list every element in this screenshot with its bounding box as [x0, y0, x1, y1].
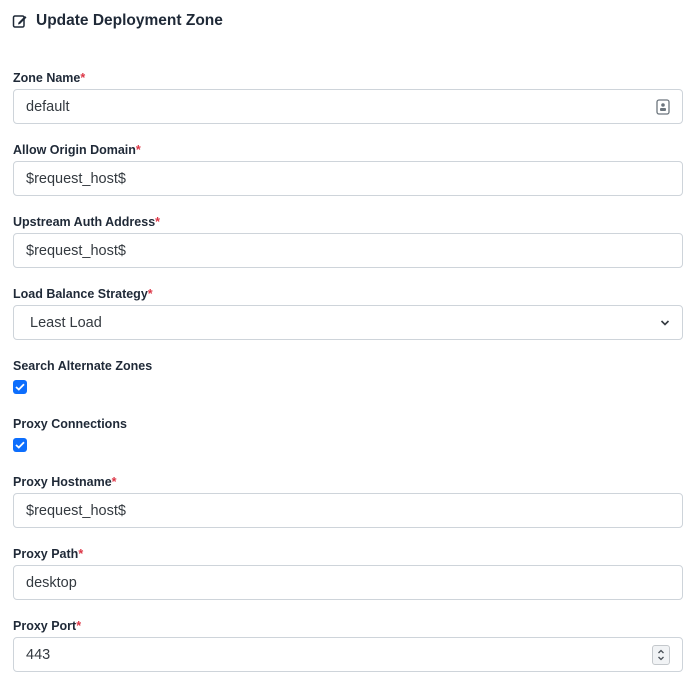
- zone-name-label: Zone Name*: [13, 71, 86, 85]
- checkmark-icon: [15, 383, 25, 391]
- page-title: Update Deployment Zone: [36, 12, 223, 29]
- upstream-auth-address-group: Upstream Auth Address* $request_host$: [13, 214, 683, 268]
- form-header: Update Deployment Zone: [12, 12, 223, 30]
- required-marker: *: [155, 215, 161, 229]
- proxy-path-value: desktop: [26, 574, 77, 591]
- allow-origin-domain-value: $request_host$: [26, 170, 126, 187]
- required-marker: *: [111, 475, 117, 489]
- required-marker: *: [147, 287, 153, 301]
- required-marker: *: [135, 143, 141, 157]
- proxy-path-group: Proxy Path* desktop: [13, 546, 683, 600]
- load-balance-strategy-label: Load Balance Strategy*: [13, 287, 153, 301]
- search-alternate-zones-label: Search Alternate Zones: [13, 359, 153, 373]
- upstream-auth-address-input[interactable]: $request_host$: [13, 233, 683, 268]
- proxy-connections-label: Proxy Connections: [13, 417, 127, 431]
- contact-card-icon[interactable]: [656, 98, 670, 115]
- edit-icon: [12, 13, 28, 29]
- proxy-hostname-value: $request_host$: [26, 502, 126, 519]
- search-alternate-zones-checkbox[interactable]: [13, 380, 27, 394]
- proxy-port-group: Proxy Port* 443: [13, 618, 683, 672]
- upstream-auth-address-value: $request_host$: [26, 242, 126, 259]
- proxy-port-input[interactable]: 443: [13, 637, 683, 672]
- proxy-hostname-group: Proxy Hostname* $request_host$: [13, 474, 683, 528]
- proxy-connections-checkbox[interactable]: [13, 438, 27, 452]
- required-marker: *: [78, 547, 84, 561]
- zone-name-group: Zone Name* default: [13, 70, 683, 124]
- load-balance-strategy-value: Least Load: [30, 314, 102, 331]
- update-deployment-zone-form: Update Deployment Zone Zone Name* defaul…: [0, 0, 693, 690]
- load-balance-strategy-group: Load Balance Strategy* Least Load: [13, 286, 683, 340]
- proxy-hostname-input[interactable]: $request_host$: [13, 493, 683, 528]
- proxy-connections-group: Proxy Connections: [13, 416, 683, 452]
- proxy-port-value: 443: [26, 646, 51, 663]
- proxy-path-label: Proxy Path*: [13, 547, 84, 561]
- proxy-path-input[interactable]: desktop: [13, 565, 683, 600]
- allow-origin-domain-group: Allow Origin Domain* $request_host$: [13, 142, 683, 196]
- zone-name-input[interactable]: default: [13, 89, 683, 124]
- number-spinner-icon[interactable]: [652, 644, 670, 665]
- proxy-port-label: Proxy Port*: [13, 619, 82, 633]
- allow-origin-domain-label: Allow Origin Domain*: [13, 143, 141, 157]
- proxy-hostname-label: Proxy Hostname*: [13, 475, 117, 489]
- checkmark-icon: [15, 441, 25, 449]
- upstream-auth-address-label: Upstream Auth Address*: [13, 215, 161, 229]
- allow-origin-domain-input[interactable]: $request_host$: [13, 161, 683, 196]
- load-balance-strategy-select[interactable]: Least Load: [13, 305, 683, 340]
- required-marker: *: [80, 71, 86, 85]
- zone-name-value: default: [26, 98, 70, 115]
- required-marker: *: [76, 619, 82, 633]
- chevron-down-icon[interactable]: [660, 319, 670, 327]
- search-alternate-zones-group: Search Alternate Zones: [13, 358, 683, 394]
